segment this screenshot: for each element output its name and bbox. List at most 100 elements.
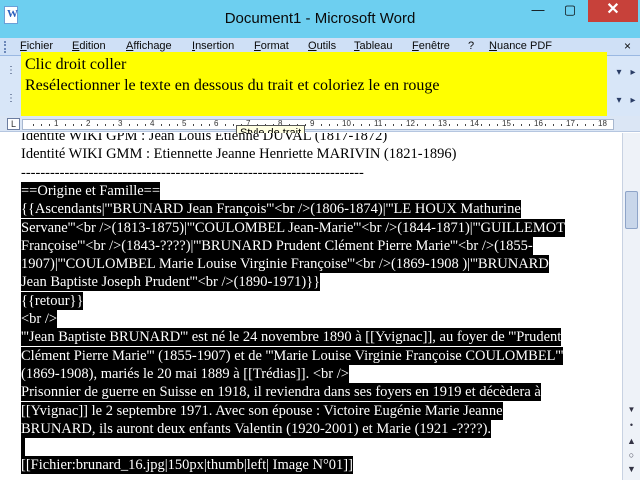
browse-object-icon[interactable]: ○: [625, 449, 638, 462]
ruler-tick: [489, 124, 490, 126]
scrollbar-thumb[interactable]: [625, 191, 638, 229]
selected-text-line[interactable]: '''Jean Baptiste BRUNARD''' est né le 24…: [21, 328, 562, 347]
ruler-mark: 4: [150, 119, 155, 128]
ruler-mark: 17: [566, 119, 575, 128]
menu-fenetre[interactable]: Fenêtre: [412, 40, 450, 52]
ruler-tick: [81, 124, 82, 126]
document-close-icon[interactable]: ×: [624, 39, 631, 53]
title-bar: W Document1 - Microsoft Word — ▢ ✕: [0, 0, 640, 38]
horizontal-ruler[interactable]: 1 2 3 4 5 6 7 8 9 10 11 12 13 14 15 16 17 18: [22, 119, 614, 130]
previous-page-icon[interactable]: ▲: [625, 435, 638, 448]
ruler-tick: [337, 124, 338, 126]
banner-line-1: Clic droit coller: [25, 56, 127, 73]
ruler-mark: 11: [374, 119, 383, 128]
selected-text-line[interactable]: Françoise'''<br />(1843-????)|'''BRUNARD…: [21, 236, 533, 255]
next-page-icon[interactable]: ▼: [625, 463, 638, 476]
selected-text-line[interactable]: Servane'''<br />(1813-1875)|'''COULOMBEL…: [21, 218, 566, 237]
ruler-tick: [521, 124, 522, 126]
ruler-tick: [113, 124, 114, 126]
menu-edition[interactable]: Edition: [72, 40, 106, 52]
selected-text-line[interactable]: [21, 438, 25, 457]
menu-outils[interactable]: Outils: [308, 40, 336, 52]
instruction-banner: Clic droit coller Resélectionner le text…: [21, 52, 607, 116]
menu-grip-handle[interactable]: [4, 41, 7, 53]
ruler-tick: [177, 124, 178, 126]
ruler-mark: 2: [86, 119, 91, 128]
ruler-tick: [41, 124, 42, 126]
menu-insertion[interactable]: Insertion: [192, 40, 234, 52]
ruler-mark: 3: [118, 119, 123, 128]
selected-text-line[interactable]: {{retour}}: [21, 291, 84, 310]
toolbar-options-icon[interactable]: ▸: [626, 66, 640, 80]
selected-text-line[interactable]: Prisonnier de guerre en Suisse en 1918, …: [21, 383, 541, 402]
document-page[interactable]: Identité WIKI GPM : Jean Louis Etienne D…: [0, 133, 622, 480]
text-line[interactable]: Identité WIKI GPM : Jean Louis Etienne D…: [21, 133, 387, 145]
ruler-mark: 9: [310, 119, 315, 128]
ruler-tick: [233, 124, 234, 126]
toolbar-grip-icon[interactable]: ⋮: [4, 64, 18, 78]
ruler-tick: [97, 124, 98, 126]
menu-affichage[interactable]: Affichage: [126, 40, 172, 52]
menu-nuance-pdf[interactable]: Nuance PDF: [489, 40, 552, 52]
ruler-tick: [425, 124, 426, 126]
ruler-tick: [449, 124, 450, 126]
ruler-mark: 5: [182, 119, 187, 128]
selected-text-line[interactable]: Clément Pierre Marie''' (1855-1907) et d…: [21, 346, 564, 365]
maximize-button[interactable]: ▢: [556, 0, 584, 22]
select-browse-object-icon[interactable]: •: [625, 419, 638, 432]
ruler-tick: [201, 124, 202, 126]
ruler-tick: [305, 124, 306, 126]
scroll-down-arrow-icon[interactable]: ▼: [625, 403, 638, 416]
ruler-tick: [321, 124, 322, 126]
menu-tableau[interactable]: Tableau: [354, 40, 393, 52]
tab-selector-icon[interactable]: L: [7, 118, 20, 130]
ruler-tick: [193, 124, 194, 126]
minimize-button[interactable]: —: [524, 0, 552, 22]
ruler-tick: [465, 124, 466, 126]
ruler-row: L 1 2 3 4 5 6 7 8 9 10 11 12 13 14 15 16 17 18: [0, 116, 640, 132]
selected-text-line[interactable]: 1907)|'''COULOMBEL Marie Louise Virginie…: [21, 255, 549, 274]
close-button[interactable]: ✕: [588, 0, 638, 22]
selected-text-line[interactable]: <br />: [21, 310, 58, 328]
ruler-tick: [433, 124, 434, 126]
menu-help[interactable]: ?: [468, 40, 474, 52]
toolbar-grip-icon-2[interactable]: ⋮: [4, 92, 18, 106]
ruler-tick: [169, 124, 170, 126]
ruler-tick: [33, 124, 34, 126]
ruler-tick: [353, 124, 354, 126]
text-line[interactable]: ----------------------------------------…: [21, 164, 364, 182]
ruler-mark: 15: [502, 119, 511, 128]
ruler-tick: [145, 124, 146, 126]
ruler-tick: [225, 124, 226, 126]
ruler-tick: [417, 124, 418, 126]
ruler-mark: 10: [342, 119, 351, 128]
selected-text-line[interactable]: Jean Baptiste Joseph Prudent'''<br />(18…: [21, 273, 321, 292]
selected-text-line[interactable]: {{Ascendants|'''BRUNARD Jean François'''…: [21, 200, 521, 219]
text-line[interactable]: Identité WIKI GMM : Etiennette Jeanne He…: [21, 145, 456, 163]
ruler-tick: [497, 124, 498, 126]
ruler-tick: [393, 124, 394, 126]
selected-text-line[interactable]: ==Origine et Famille==: [21, 181, 161, 200]
selected-text-line[interactable]: (1869-1908), mariés le 20 mai 1889 à [[T…: [21, 364, 349, 383]
ruler-tick: [457, 124, 458, 126]
menu-format[interactable]: Format: [254, 40, 289, 52]
selected-text-line[interactable]: [[Yvignac]] le 2 septembre 1971. Avec so…: [21, 401, 503, 420]
selected-text-line[interactable]: [[Fichier:brunard_16.jpg|150px|thumb|lef…: [21, 456, 353, 475]
ruler-tick: [49, 124, 50, 126]
ruler-tick: [513, 124, 514, 126]
ruler-tick: [561, 124, 562, 126]
toolbar-dropdown-icon[interactable]: ▾: [612, 66, 626, 80]
menu-fichier[interactable]: Fichier: [20, 40, 53, 52]
banner-line-2: Resélectionner le texte en dessous du tr…: [25, 77, 440, 94]
ruler-tick: [553, 124, 554, 126]
ruler-tick: [361, 124, 362, 126]
ruler-tick: [545, 124, 546, 126]
toolbar-options-icon-2[interactable]: ▸: [626, 94, 640, 108]
vertical-scrollbar[interactable]: ▼ • ▲ ○ ▼: [622, 133, 640, 480]
ruler-tick: [529, 124, 530, 126]
toolbar-dropdown-icon-2[interactable]: ▾: [612, 94, 626, 108]
ruler-tick: [585, 124, 586, 126]
selected-text-line[interactable]: BRUNARD, ils auront deux enfants Valenti…: [21, 419, 492, 438]
ruler-mark: 1: [54, 119, 59, 128]
ruler-tick: [105, 124, 106, 126]
